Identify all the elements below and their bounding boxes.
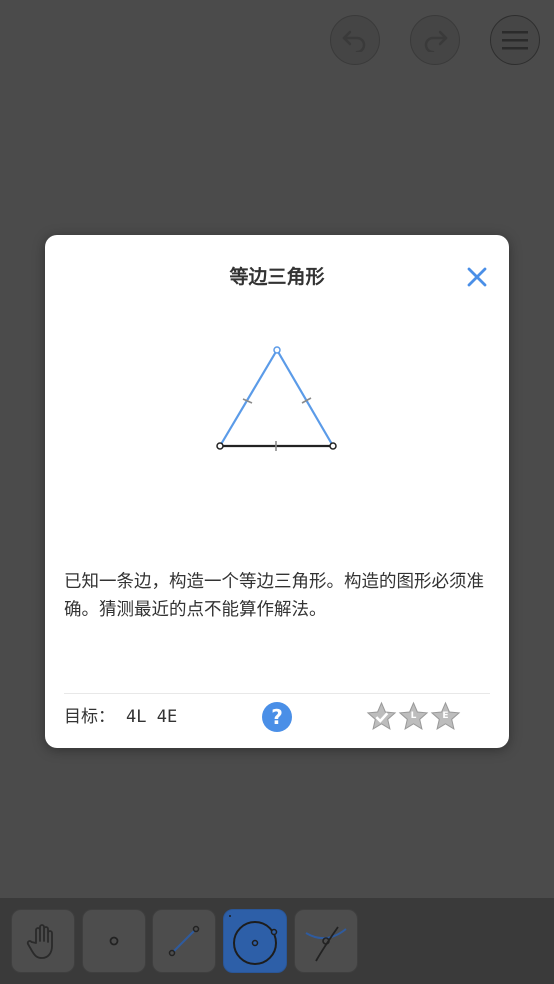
line-tool-button[interactable] [152, 909, 216, 973]
undo-icon [342, 30, 366, 52]
redo-icon [424, 30, 448, 52]
hand-icon [26, 924, 53, 959]
star-rating: L E [366, 701, 462, 733]
point-tool-button[interactable] [82, 909, 146, 973]
circle-tool-button[interactable] [223, 909, 287, 973]
star-icon [366, 701, 397, 732]
level-info-dialog: 等边三角形 已知一条边，构造一个等边三角形。构造的图形必须准确。猜测最近的点不能… [45, 235, 509, 748]
circle-icon [229, 915, 278, 965]
intersect-tool-button[interactable] [294, 909, 358, 973]
hand-tool-button[interactable] [11, 909, 75, 973]
goal-value: 4L 4E [126, 707, 178, 727]
divider [64, 693, 490, 694]
dialog-title: 等边三角形 [229, 266, 325, 288]
point-icon [109, 936, 119, 946]
star-label: L [410, 711, 417, 721]
triangle-figure [216, 346, 337, 451]
star-label: E [442, 711, 449, 721]
undo-button[interactable] [330, 15, 380, 65]
line-icon [168, 925, 200, 957]
close-icon[interactable] [465, 265, 489, 289]
help-button[interactable]: ? [262, 702, 292, 732]
goal-label: 目标： [64, 707, 115, 727]
tool-bar [0, 898, 554, 984]
app-screen: 等边三角形 已知一条边，构造一个等边三角形。构造的图形必须准确。猜测最近的点不能… [0, 0, 554, 984]
menu-icon [502, 31, 528, 50]
triangle-preview-icon [216, 346, 337, 451]
redo-button[interactable] [410, 15, 460, 65]
star-icon: E [430, 701, 461, 732]
menu-button[interactable] [490, 15, 540, 65]
star-icon: L [398, 701, 429, 732]
intersect-icon [305, 926, 347, 962]
task-description: 已知一条边，构造一个等边三角形。构造的图形必须准确。猜测最近的点不能算作解法。 [64, 572, 484, 620]
